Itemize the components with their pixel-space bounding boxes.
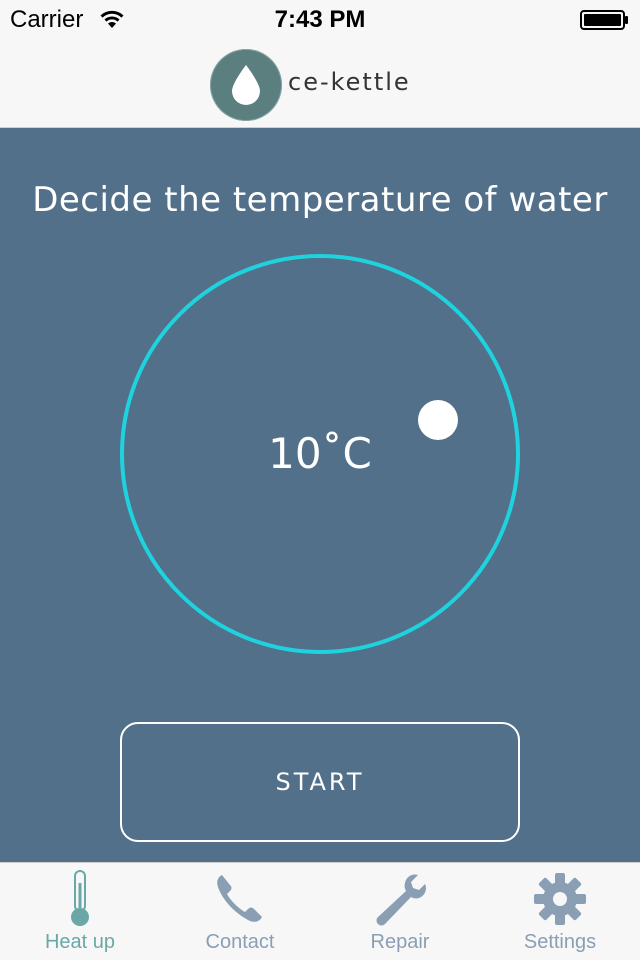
- app-name: ce-kettle: [288, 68, 411, 96]
- wrench-icon: [376, 874, 426, 926]
- tab-label: Contact: [205, 931, 275, 953]
- tab-repair[interactable]: Repair: [320, 863, 480, 960]
- temperature-dial[interactable]: 10˚C: [120, 254, 520, 654]
- status-time: 7:43 PM: [274, 6, 366, 33]
- tab-settings[interactable]: Settings: [480, 863, 640, 960]
- start-button[interactable]: START: [120, 722, 520, 842]
- page-title: Decide the temperature of water: [32, 180, 608, 220]
- app-logo: [210, 49, 282, 121]
- tab-heat-up[interactable]: Heat up: [0, 863, 160, 960]
- status-bar: Carrier 7:43 PM: [0, 0, 640, 40]
- heat-up-panel: Decide the temperature of water 10˚C STA…: [0, 128, 640, 862]
- app-screen: Carrier 7:43 PM ce-kettle Decide the tem…: [0, 0, 640, 960]
- water-drop-icon: [232, 65, 260, 105]
- tab-label: Settings: [523, 931, 597, 953]
- thermometer-icon: [71, 870, 89, 926]
- temperature-value: 10˚C: [268, 429, 372, 478]
- battery-icon: [580, 10, 628, 30]
- tab-label: Repair: [370, 931, 430, 953]
- tab-contact[interactable]: Contact: [160, 863, 320, 960]
- nav-bar: ce-kettle: [0, 40, 640, 128]
- tab-bar: Heat up Contact Repair Settings: [0, 862, 640, 960]
- phone-icon: [217, 875, 262, 922]
- gear-icon: [534, 873, 586, 925]
- tab-label: Heat up: [44, 931, 116, 953]
